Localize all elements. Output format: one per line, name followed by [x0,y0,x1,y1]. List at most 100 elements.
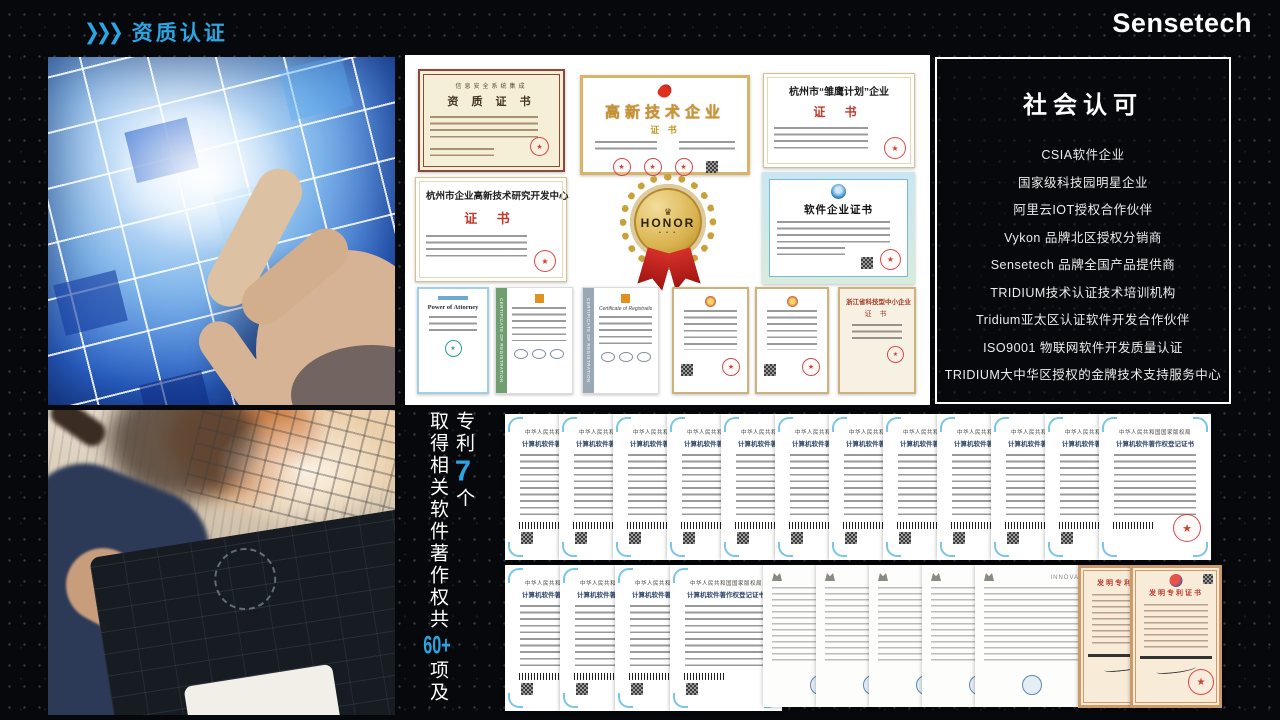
honor-medal-icon: ♛ HONOR • • • [600,172,740,290]
registrar-logo [535,294,544,303]
red-seal-icon: ★ [880,249,901,270]
qr-code [861,257,873,269]
qr-code [1203,574,1213,584]
certificate-title: 资 质 证 书 [430,93,553,109]
chevrons-icon: ❯❯❯ [84,19,120,45]
certificate-title: 软件企业证书 [777,202,900,217]
barcode [519,522,561,529]
barcode [1113,522,1155,529]
certificate-title: 高新技术企业 [595,101,735,122]
company-logo [438,296,469,300]
qualification-certificate: 信息安全系统集成 资 质 证 书 ★ [418,69,565,172]
divider [1140,656,1212,659]
hightech-enterprise-certificate: 高新技术企业 证 书 ★ ★ ★ [580,75,750,175]
gauge-icon [210,544,281,615]
eagle-plan-certificate: 杭州市“雏鹰计划”企业 证 书 ★ [763,73,915,168]
certificate-title: 杭州市“雏鹰计划”企业 [774,83,904,98]
registration-certificate: ★ [672,287,749,394]
innovation-patent-certificate: INNOVA [975,565,1088,707]
photo-touchscreen-wall [48,57,395,405]
list-item: Sensetech 品牌全国产品提供商 [937,252,1229,280]
barcode [629,673,671,680]
list-item: TRIDIUM技术认证技术培训机构 [937,280,1229,308]
copyright-count: 60+ [423,631,451,660]
accreditation-seals [599,352,652,362]
invention-patent-certificate: 发明专利证书 ★ [1130,565,1222,708]
red-seal-icon: ★ [722,358,740,376]
certificate-title: 计算机软件著作权登记证书 [678,589,774,599]
page-title: 资质认证 [132,17,228,47]
barcode [789,522,831,529]
photo-workspace-desk [48,410,395,715]
red-seal-icon: ★ [530,137,549,156]
software-copyright-certificate: 中华人民共和国国家版权局 计算机软件著作权登记证书 ★ [1099,414,1211,560]
certificate-authority: 中华人民共和国国家版权局 [1107,428,1203,436]
national-emblem-icon [787,296,798,307]
registration-certificate: ★ [755,287,829,394]
certificate-subtitle: 证 书 [426,208,556,227]
list-item: Tridium亚太区认证软件开发合作伙伴 [937,307,1229,335]
red-seal-icon: ★ [1173,514,1201,542]
rnd-center-certificate: 杭州市企业高新技术研究开发中心 证 书 ★ [415,177,567,282]
software-enterprise-certificate: 软件企业证书 ★ [762,172,915,284]
barcode [627,522,669,529]
certificate-title: 浙江省科技型中小企业 [846,296,908,306]
barcode [1005,522,1047,529]
barcode [735,522,777,529]
barcode [681,522,723,529]
accreditation-seals [512,349,566,359]
caption-patents: 专利7个 [450,411,476,713]
red-seal-icon: ★ [534,250,556,272]
barcode [897,522,939,529]
list-item: CSIA软件企业 [937,142,1229,170]
hand-icon [171,145,395,405]
certificate-title: 计算机软件著作权登记证书 [1107,438,1203,448]
medal-label: HONOR [641,216,696,230]
barcode [843,522,885,529]
teal-seal-icon: ★ [445,340,462,357]
registrar-logo [621,294,630,303]
barcode [951,522,993,529]
list-item: 阿里云IOT授权合作伙伴 [937,197,1229,225]
zhejiang-sme-certificate: 浙江省科技型中小企业 证 书 ★ [838,287,916,394]
power-of-attorney-certificate: Power of Attorney ★ [417,287,489,394]
list-item: TRIDIUM大中华区授权的金牌技术支持服务中心 [937,362,1229,390]
certificate-authority: 中华人民共和国国家版权局 [678,579,774,587]
patent-count: 7 [447,455,479,488]
list-item: 国家级科技园明星企业 [937,170,1229,198]
certificate-subtitle: 证 书 [774,103,904,120]
social-recognition-panel: 社会认可 CSIA软件企业 国家级科技园明星企业 阿里云IOT授权合作伙伴 Vy… [935,57,1231,404]
copyright-certificates-row: 中华人民共和国国家版权局 计算机软件著作权登记证书 中华人民共和国国家版权局 计… [505,414,1211,562]
certificate-header: 信息安全系统集成 [430,81,553,90]
certificate-label: INNOVA [984,575,1079,581]
red-seal-icon: ★ [887,346,904,363]
patents-caption: 取得相关软件著作权共60+项及 专利7个 [424,411,482,713]
red-seal-icon: ★ [1188,669,1214,695]
red-seal-icon: ★ [802,358,820,376]
brand-logo: Sensetech [1112,8,1252,39]
national-emblem-icon [705,296,716,307]
qr-code [681,364,693,376]
flame-icon [656,82,674,100]
certificate-title: Power of Attorney [425,304,481,311]
slide-header: ❯❯❯ 资质认证 [84,17,228,47]
certificate-title: 杭州市企业高新技术研究开发中心 [426,188,556,202]
certificate-band-label: CERTIFICATE OF REGISTRATION [496,288,507,393]
red-seal-icon: ★ [884,137,906,159]
barcode [1059,522,1101,529]
certificate-title: Certificate of Registration [599,306,652,312]
list-item: Vykon 品牌北区授权分销商 [937,225,1229,253]
barcode [519,673,561,680]
certificates-panel: 信息安全系统集成 资 质 证 书 ★ 高新技术企业 证 书 ★ ★ ★ 杭州市“… [405,55,930,405]
iso-registration-certificate: CERTIFICATE OF REGISTRATION [495,287,573,394]
list-item: ISO9001 物联网软件开发质量认证 [937,335,1229,363]
crown-icon: ♛ [664,208,672,216]
barcode [573,522,615,529]
patent-certificates-row: 中华人民共和国国家版权局 计算机软件著作权登记证书 中华人民共和国国家版权局 计… [505,565,1222,711]
barcode [684,673,726,680]
blue-seal-icon [1022,675,1042,695]
certificate-title: 发明专利证书 [1140,588,1212,598]
barcode [574,673,616,680]
cnipa-logo-icon [1170,574,1183,587]
certificate-subtitle: 证 书 [595,123,735,136]
